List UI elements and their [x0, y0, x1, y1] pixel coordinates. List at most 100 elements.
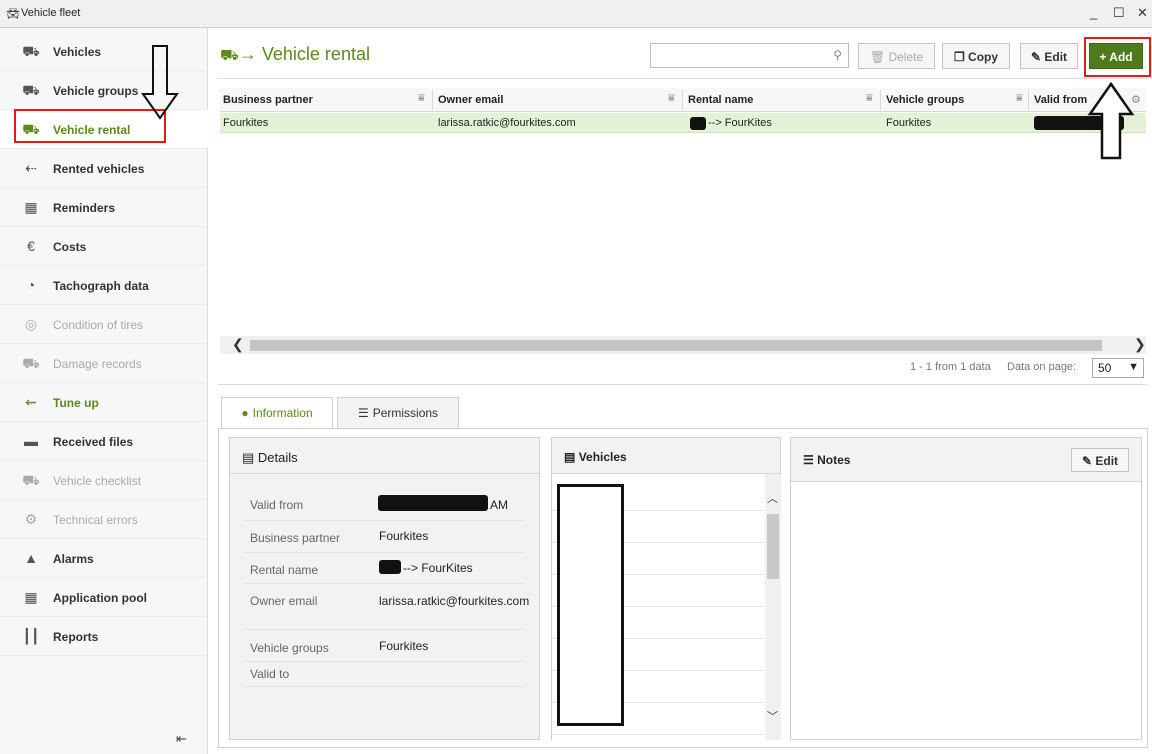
column-header-owner-email[interactable]: Owner email	[438, 94, 503, 106]
filter-icon[interactable]: ⩸	[418, 92, 425, 105]
search-input[interactable]: ⚲	[650, 43, 849, 68]
cell-business-partner: Fourkites	[223, 117, 269, 129]
notes-edit-button[interactable]: ✎ Edit	[1071, 448, 1129, 472]
details-title-text: Details	[257, 450, 298, 465]
info-icon: ●	[241, 406, 249, 420]
engine-error-icon: ⚙	[24, 511, 38, 527]
label-rental-name: Rental name	[250, 563, 319, 577]
tire-icon: ◎	[24, 316, 38, 332]
column-separator	[682, 90, 683, 110]
tab-label: Information	[252, 406, 313, 420]
car-back-arrow-icon: ⇠	[25, 160, 37, 176]
sidebar-item-rented-vehicles[interactable]: ⇠ Rented vehicles	[0, 149, 208, 188]
calendar-icon: ▦	[24, 199, 38, 215]
pager-label: Data on page:	[1007, 361, 1077, 373]
sidebar-item-alarms[interactable]: ▲ Alarms	[0, 539, 208, 578]
close-button[interactable]: ✕	[1137, 5, 1148, 21]
value-vehicle-groups: Fourkites	[379, 639, 429, 653]
notes-header: ☰ Notes ✎ Edit	[791, 438, 1141, 482]
scroll-down-icon[interactable]: ﹀	[767, 708, 778, 724]
scrollbar-thumb[interactable]	[250, 340, 1102, 351]
column-header-valid-from[interactable]: Valid from	[1034, 94, 1087, 106]
sidebar-item-label: Reminders	[53, 201, 116, 215]
trash-icon: 🗑︎	[869, 50, 886, 64]
label-valid-from: Valid from	[250, 498, 304, 512]
sidebar-item-received-files[interactable]: ▬ Received files	[0, 422, 208, 461]
pencil-icon: ✎	[1030, 50, 1042, 64]
filter-icon[interactable]: ⩸	[668, 92, 675, 105]
page-title-text: Vehicle rental	[261, 44, 370, 64]
pager-info: 1 - 1 from 1 data	[910, 361, 991, 373]
gauge-icon: ◔	[26, 277, 36, 293]
vertical-scrollbar[interactable]: ︿ ﹀	[765, 474, 781, 740]
scrollbar-thumb[interactable]	[767, 514, 779, 579]
scroll-left-icon[interactable]: ❮	[232, 336, 244, 353]
details-title: ▤ Details	[242, 450, 298, 466]
sidebar-item-application-pool[interactable]: ▦ Application pool	[0, 578, 208, 617]
annotation-up-arrow	[1087, 82, 1135, 160]
label-business-partner: Business partner	[250, 531, 341, 545]
list-divider	[552, 734, 764, 735]
folder-icon: ▬	[24, 433, 38, 449]
minimize-button[interactable]: _	[1090, 5, 1097, 20]
notes-title-text: Notes	[817, 453, 851, 467]
copy-button[interactable]: ❐ Copy	[942, 43, 1010, 69]
annotation-box	[557, 484, 624, 726]
sidebar-item-technical-errors[interactable]: ⚙ Technical errors	[0, 500, 208, 539]
edit-button[interactable]: ✎ Edit	[1020, 43, 1078, 69]
title-arrow: →	[238, 44, 257, 64]
vehicles-title-text: Vehicles	[578, 450, 627, 464]
label-vehicle-groups: Vehicle groups	[250, 641, 329, 655]
window-titlebar: 🚘︎ Vehicle fleet _ ☐ ✕	[0, 0, 1152, 28]
row-divider	[244, 629, 524, 630]
scroll-up-icon[interactable]: ︿	[767, 490, 778, 506]
maximize-button[interactable]: ☐	[1113, 5, 1125, 21]
horizontal-scrollbar[interactable]: ❮ ❯	[220, 336, 1146, 354]
filter-icon[interactable]: ⩸	[866, 92, 873, 105]
column-header-vehicle-groups[interactable]: Vehicle groups	[886, 94, 964, 106]
vehicles-icon: ▤	[564, 450, 576, 464]
vehicles-list[interactable]	[552, 474, 766, 740]
damaged-car-icon: ⛟	[22, 355, 40, 371]
grid-icon: ▦	[24, 589, 38, 605]
filter-icon[interactable]: ⩸	[1016, 92, 1023, 105]
redacted-area	[379, 560, 401, 574]
scroll-right-icon[interactable]: ❯	[1134, 336, 1146, 353]
sidebar-item-condition-of-tires[interactable]: ◎ Condition of tires	[0, 305, 208, 344]
sidebar-item-label: Application pool	[53, 591, 147, 605]
copy-label: Copy	[968, 50, 999, 64]
column-header-business-partner[interactable]: Business partner	[223, 94, 313, 106]
notes-body[interactable]	[791, 482, 1141, 739]
label-owner-email: Owner email	[250, 594, 318, 608]
notes-title: ☰ Notes	[803, 453, 850, 467]
sidebar-item-label: Tune up	[53, 396, 99, 410]
details-icon: ▤	[242, 450, 255, 465]
delete-button[interactable]: 🗑︎ Delete	[858, 43, 935, 69]
tab-label: Permissions	[372, 406, 439, 420]
page-size-select[interactable]: 50 ▼	[1092, 358, 1144, 378]
sidebar-item-vehicle-checklist[interactable]: ⛟ Vehicle checklist	[0, 461, 208, 500]
sidebar-item-reports[interactable]: ┃┃ Reports	[0, 617, 208, 656]
tab-information[interactable]: ● Information	[221, 397, 333, 429]
row-divider	[244, 520, 524, 521]
sidebar-item-label: Damage records	[53, 357, 142, 371]
collapse-sidebar-button[interactable]: ⇤	[176, 731, 187, 747]
sidebar-item-tachograph-data[interactable]: ◔ Tachograph data	[0, 266, 208, 305]
table-row[interactable]: Fourkites larissa.ratkic@fourkites.com -…	[220, 113, 1146, 133]
column-header-rental-name[interactable]: Rental name	[688, 94, 753, 106]
sidebar-item-reminders[interactable]: ▦ Reminders	[0, 188, 208, 227]
highlight-box-add	[1084, 37, 1151, 77]
vehicles-card: ▤ Vehicles ︿ ﹀	[551, 437, 781, 740]
grid-header: Business partner ⩸ Owner email ⩸ Rental …	[220, 88, 1146, 112]
value-owner-email: larissa.ratkic@fourkites.com	[379, 594, 530, 608]
column-separator	[880, 90, 881, 110]
sidebar-item-tune-up[interactable]: ⇜ Tune up	[0, 383, 208, 422]
sidebar-item-damage-records[interactable]: ⛟ Damage records	[0, 344, 208, 383]
redacted-area	[690, 117, 706, 130]
sidebar-item-label: Rented vehicles	[53, 162, 145, 176]
sidebar-item-costs[interactable]: € Costs	[0, 227, 208, 266]
chevron-down-icon: ▼	[1128, 361, 1139, 373]
sidebar-item-label: Reports	[53, 630, 99, 644]
tab-permissions[interactable]: ☰ Permissions	[337, 397, 459, 428]
car-arrow-icon: ⛟	[220, 47, 239, 64]
